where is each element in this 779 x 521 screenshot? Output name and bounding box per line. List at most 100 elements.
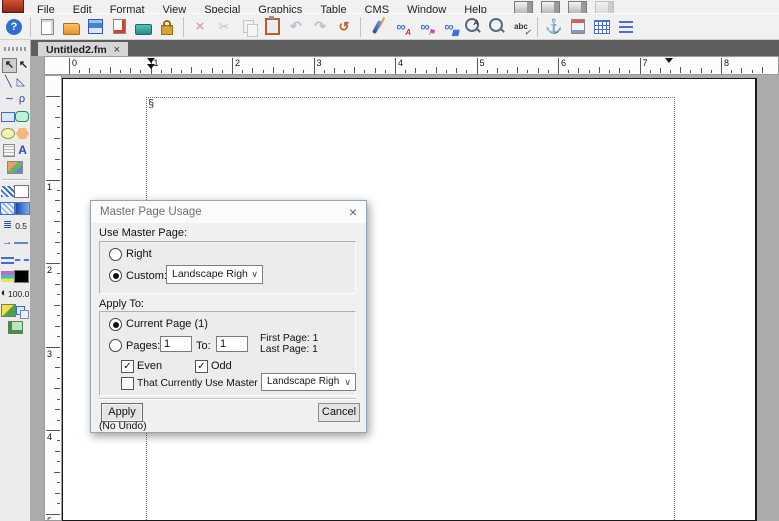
odd-label[interactable]: Odd [211, 360, 232, 372]
dash-pattern-icon[interactable] [1, 255, 14, 264]
help-button[interactable]: ? [2, 16, 26, 38]
menu-format[interactable]: Format [101, 3, 154, 13]
pages-to-input[interactable] [216, 336, 248, 352]
tint-icon[interactable]: ◐ [1, 287, 8, 300]
overprint-icon[interactable] [16, 306, 30, 319]
arrow-style-icon[interactable]: → [2, 236, 13, 249]
zoom-out-button[interactable] [485, 16, 509, 38]
menu-table[interactable]: Table [311, 3, 355, 13]
menu-file[interactable]: File [28, 3, 64, 13]
insert-table-button[interactable] [590, 16, 614, 38]
first-indent-marker[interactable] [146, 64, 155, 69]
that-currently-checkbox[interactable] [121, 377, 134, 390]
arrow-style-icon: → [1, 236, 13, 248]
menu-edit[interactable]: Edit [64, 3, 101, 13]
delete-button[interactable]: × [188, 16, 212, 38]
line-style-sample[interactable] [14, 241, 29, 244]
thumbnails-button[interactable] [566, 16, 590, 38]
text-frame-tool[interactable] [3, 144, 16, 157]
object-select-tool[interactable]: ↖ [19, 59, 28, 72]
redo-button[interactable]: ↷ [308, 16, 332, 38]
save-button[interactable] [83, 16, 107, 38]
undo-button[interactable]: ↶ [284, 16, 308, 38]
polyline-tool[interactable]: ◺ [17, 76, 25, 89]
color-bars-icon[interactable] [0, 271, 14, 282]
color-picker-icon[interactable] [0, 304, 16, 317]
text-line-tool[interactable]: A [18, 144, 27, 157]
revert-button[interactable]: ↺ [332, 16, 356, 38]
copy-button[interactable] [236, 16, 260, 38]
menu-cms[interactable]: CMS [356, 3, 398, 13]
hotspot-tool[interactable] [7, 321, 23, 334]
apply-button[interactable]: Apply [101, 403, 143, 422]
freehand-curve-tool[interactable]: ρ [19, 93, 25, 106]
menu-help[interactable]: Help [455, 3, 496, 13]
oval-tool[interactable] [1, 128, 15, 139]
spell-check-button[interactable]: abc ✓ [509, 16, 533, 38]
print-button[interactable] [131, 16, 155, 38]
pages-from-input[interactable] [160, 336, 192, 352]
custom-master-dropdown[interactable]: Landscape Righ ∨ [166, 265, 263, 284]
ruler-tick [425, 70, 427, 73]
arc-tool[interactable]: ∼ [5, 93, 14, 106]
app-icon[interactable] [2, 0, 24, 13]
find-marker-button[interactable]: ∞ ⚑ [413, 16, 437, 38]
dash-style-sample[interactable] [15, 258, 29, 261]
custom-radio-label[interactable]: Custom: [126, 270, 167, 282]
indent-marker[interactable] [146, 58, 155, 63]
smart-select-tool[interactable]: ↖ [1, 58, 18, 73]
page-layout-icon[interactable] [567, 1, 587, 13]
rounded-rectangle-tool[interactable] [15, 111, 30, 122]
that-master-dropdown[interactable]: Landscape Righ ∨ [261, 373, 356, 391]
pages-radio[interactable] [109, 339, 122, 352]
split-view-icon[interactable] [540, 1, 560, 13]
even-label[interactable]: Even [137, 360, 162, 372]
tab-close-icon[interactable]: × [114, 44, 120, 56]
current-page-radio[interactable] [109, 318, 122, 331]
pages-label[interactable]: Pages: [126, 340, 160, 352]
dialog-titlebar[interactable]: Master Page Usage × [91, 201, 366, 223]
even-checkbox[interactable]: ✓ [121, 360, 134, 373]
right-radio-label[interactable]: Right [126, 248, 152, 260]
open-button[interactable] [59, 16, 83, 38]
cut-button[interactable]: ✂ [212, 16, 236, 38]
line-width-icon[interactable]: ≣ [3, 219, 12, 232]
paste-button[interactable] [260, 16, 284, 38]
import-button[interactable] [107, 16, 131, 38]
cancel-button[interactable]: Cancel [318, 403, 360, 422]
lock-button[interactable] [155, 16, 179, 38]
format-painter-button[interactable] [365, 16, 389, 38]
link-icon[interactable] [594, 1, 614, 13]
menu-graphics[interactable]: Graphics [249, 3, 311, 13]
document-window-icon[interactable] [513, 1, 533, 13]
find-table-button[interactable]: ∞ ▦ [437, 16, 461, 38]
line-tool[interactable]: ╲ [5, 76, 12, 89]
fill-color-swatch[interactable] [14, 185, 30, 198]
rectangle-tool[interactable] [0, 111, 15, 122]
tint-value[interactable]: 100.0 [8, 289, 29, 299]
odd-checkbox[interactable]: ✓ [195, 360, 208, 373]
right-radio[interactable] [109, 248, 122, 261]
graphic-frame-tool[interactable] [7, 161, 23, 174]
pen-pattern-swatch[interactable] [0, 202, 15, 215]
revert-icon: ↺ [338, 18, 350, 34]
fill-pattern-swatch[interactable] [0, 186, 14, 197]
current-page-label[interactable]: Current Page (1) [126, 318, 208, 330]
anchor-button[interactable]: ⚓ [542, 16, 566, 38]
polygon-tool[interactable] [16, 128, 29, 139]
pen-color-swatch[interactable] [15, 202, 30, 215]
end-of-flow-symbol: § [148, 98, 155, 110]
zoom-in-button[interactable]: A [461, 16, 485, 38]
new-document-button[interactable] [35, 16, 59, 38]
menu-view[interactable]: View [154, 3, 196, 13]
menu-window[interactable]: Window [398, 3, 455, 13]
find-text-button[interactable]: ∞ A [389, 16, 413, 38]
menu-special[interactable]: Special [195, 3, 249, 13]
tab-bar: Untitled2.fm × [30, 40, 779, 58]
color-swatch-black[interactable] [14, 270, 30, 283]
right-indent-marker[interactable] [664, 58, 673, 63]
custom-radio[interactable] [109, 269, 122, 282]
dialog-close-icon[interactable]: × [349, 204, 357, 220]
line-width-value[interactable]: 0.5 [15, 221, 27, 231]
custom-ruling-button[interactable] [614, 16, 638, 38]
